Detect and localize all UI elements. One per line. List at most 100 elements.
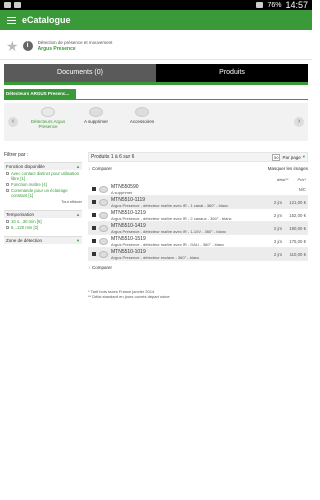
result-count: Produits 1 à 6 sur 6	[91, 154, 135, 160]
product-delay: 2 jrs	[273, 238, 282, 244]
col-delay: délai**	[276, 177, 289, 182]
table-row[interactable]: MTN5510-1519 Argus Presence - détecteur m…	[88, 235, 308, 248]
hide-images-link[interactable]: Masquer les images	[268, 166, 308, 171]
row-checkbox[interactable]	[92, 200, 96, 204]
row-checkbox[interactable]	[92, 187, 96, 191]
table-row[interactable]: MTN5510-1119 Argus Presence - détecteur m…	[88, 196, 308, 209]
favorite-row: ★ i Détection de présence et mouvement A…	[0, 32, 312, 60]
status-bar: 76% 14:57	[0, 0, 312, 10]
filter-option[interactable]: 5...120 min [2]	[6, 225, 82, 230]
checkbox[interactable]	[6, 183, 9, 186]
caret-up-icon: ▲	[76, 164, 80, 169]
filter-section-label: Zone de détection	[6, 238, 43, 243]
status-notifications	[4, 2, 21, 8]
filter-title: Filtrer par :	[4, 152, 29, 158]
product-thumbnail	[99, 250, 108, 258]
product-thumbnail	[99, 198, 108, 206]
favorite-text: Détection de présence et mouvement Argus…	[38, 40, 113, 52]
footnote-delay: ** Délai standard en jours ouvrés départ…	[88, 294, 170, 299]
tab-underline	[4, 82, 308, 85]
table-row[interactable]: MTN5510-1019 Argus Presence - détecteur e…	[88, 248, 308, 261]
row-checkbox[interactable]	[92, 213, 96, 217]
caret-down-icon: ▼	[76, 238, 80, 243]
product-delay: 2 jrs	[273, 212, 282, 218]
checkbox[interactable]	[6, 172, 9, 175]
breadcrumb[interactable]: Détecteurs ARGUS Presenc...	[4, 89, 76, 99]
category-item-accessoires[interactable]: Accessoires	[118, 107, 166, 124]
row-checkbox[interactable]	[92, 252, 96, 256]
filter-option[interactable]: Fonction maître [4]	[6, 182, 82, 187]
category-label: Détecteurs Argus Presence	[30, 119, 66, 129]
carousel-prev-icon[interactable]: ‹	[8, 117, 18, 127]
arrow-down-icon: ↓	[88, 166, 90, 171]
filter-section-fonction[interactable]: Fonction disponible ▲	[4, 162, 82, 170]
chevron-down-icon[interactable]: ▾	[303, 154, 305, 160]
product-name: A supprimer	[111, 189, 133, 195]
footnotes: * Tarif hors taxes France janvier 2014 *…	[88, 289, 308, 299]
table-row[interactable]: MTN5510-1419 Argus Presence - détecteur m…	[88, 222, 308, 235]
filter-section-label: Fonction disponible	[6, 164, 45, 169]
app-bar: eCatalogue	[0, 10, 312, 30]
battery-level: 76%	[267, 1, 282, 9]
product-price: 190,00 €	[289, 225, 306, 231]
status-system: 76% 14:57	[256, 0, 308, 10]
filter-section-temporisation[interactable]: Temporisation ▲	[4, 210, 82, 218]
product-name: Argus Presence - détecteur maître avec I…	[111, 215, 232, 221]
product-thumbnail	[99, 211, 108, 219]
app-title: eCatalogue	[22, 15, 71, 25]
product-thumbnail	[99, 185, 108, 193]
product-price: 110,00 €	[289, 251, 306, 257]
per-page-label: Par page	[282, 154, 301, 160]
table-row[interactable]: MTN550590 A supprimer N/C	[88, 183, 308, 196]
per-page-select[interactable]: 50	[272, 153, 281, 161]
category-item-a-supprimer[interactable]: A supprimer	[72, 107, 120, 124]
star-icon[interactable]: ★	[6, 39, 19, 53]
favorite-range: Argus Presence	[37, 45, 76, 52]
row-checkbox[interactable]	[92, 226, 96, 230]
filter-section-label: Temporisation	[6, 212, 35, 217]
product-delay: 2 jrs	[273, 225, 282, 231]
list-controls-bottom: ↑ Comparer	[88, 264, 308, 271]
product-list: Produits 1 à 6 sur 6 50 Par page ▾ ↓ Com…	[88, 152, 308, 299]
product-thumbnail	[99, 224, 108, 232]
product-thumbnail	[99, 237, 108, 245]
filter-option[interactable]: Avec contact distinct pour utilisation l…	[6, 171, 82, 181]
filter-option[interactable]: 10 s...30 min [5]	[6, 219, 82, 224]
arrow-up-icon: ↑	[88, 265, 90, 270]
list-controls-top: ↓ Comparer Masquer les images	[88, 165, 308, 172]
row-checkbox[interactable]	[92, 239, 96, 243]
favorite-category: Détection de présence et mouvement	[37, 39, 113, 45]
compare-control-bottom[interactable]: ↑ Comparer	[88, 265, 112, 270]
checkbox[interactable]	[6, 226, 9, 229]
tab-products[interactable]: Produits	[156, 64, 308, 82]
carousel-next-icon[interactable]: ›	[294, 117, 304, 127]
filter-panel: Filtrer par : Fonction disponible ▲ Avec…	[4, 152, 82, 244]
product-price: 175,00 €	[289, 238, 306, 244]
cable-thumbnail	[89, 107, 103, 117]
category-label: A supprimer	[83, 119, 108, 124]
checkbox[interactable]	[6, 220, 9, 223]
menu-icon[interactable]	[7, 16, 16, 24]
category-label: Accessoires	[129, 119, 155, 124]
category-item-detecteurs[interactable]: Détecteurs Argus Presence	[24, 107, 72, 129]
breadcrumb-divider	[4, 99, 308, 100]
checkbox[interactable]	[6, 189, 9, 192]
product-name: Argus Presence - détecteur maître avec I…	[111, 228, 226, 234]
filter-option[interactable]: Commande pour un éclairage constant [1]	[6, 188, 82, 198]
product-name: Argus Presence - détecteur maître avec I…	[111, 202, 229, 208]
table-row[interactable]: MTN5510-1219 Argus Presence - détecteur m…	[88, 209, 308, 222]
wifi-icon	[256, 2, 264, 8]
clock: 14:57	[285, 0, 308, 10]
compare-control-top[interactable]: ↓ Comparer	[88, 166, 112, 171]
product-price: 121,00 €	[289, 199, 306, 205]
notification-icon	[4, 2, 11, 8]
reset-filters-link[interactable]: Tout effacer	[4, 199, 82, 204]
accessory-thumbnail	[135, 107, 149, 117]
filter-section-zone[interactable]: Zone de détection ▼	[4, 236, 82, 244]
category-carousel: ‹ Détecteurs Argus Presence A supprimer …	[4, 103, 308, 141]
compare-label: Comparer	[92, 265, 113, 270]
tab-documents[interactable]: Documents (0)	[4, 64, 156, 82]
info-icon[interactable]: i	[22, 40, 33, 51]
col-price: Prix*	[297, 177, 306, 182]
caret-up-icon: ▲	[76, 212, 80, 217]
